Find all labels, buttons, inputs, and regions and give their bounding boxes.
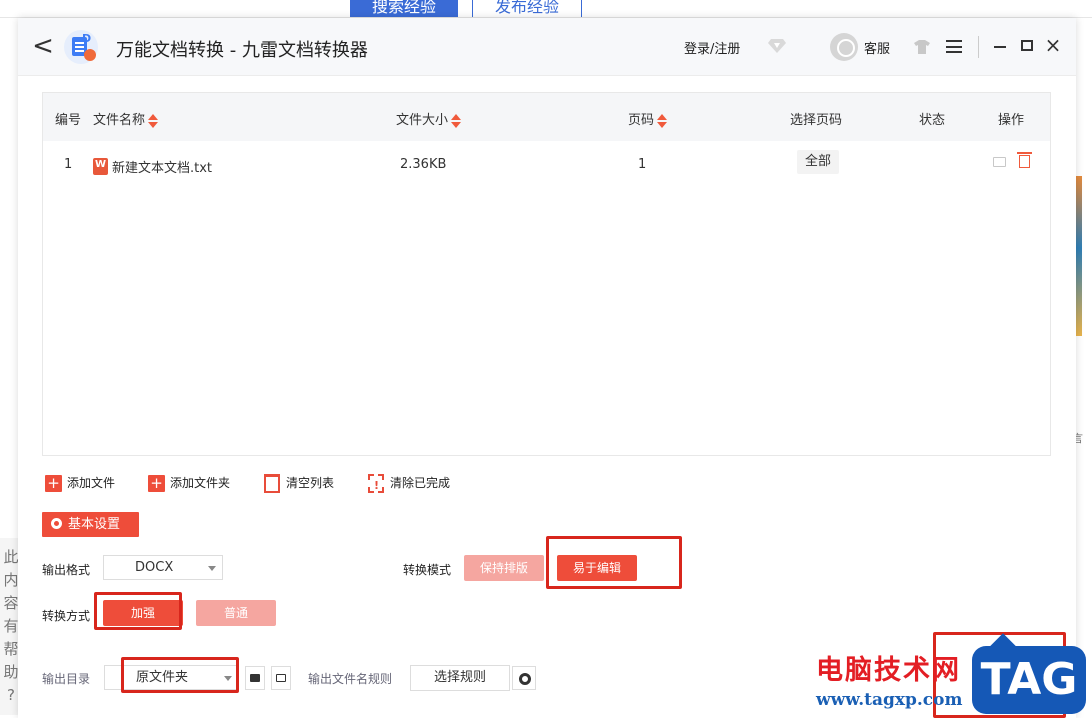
header-actions: 操作 xyxy=(998,113,1025,128)
open-folder-icon[interactable] xyxy=(993,157,1006,167)
tab-search-experience[interactable]: 搜索经验 xyxy=(350,0,459,18)
header-select-pages: 选择页码 xyxy=(790,113,843,128)
table-row[interactable]: 1 新建文本文档.txt 2.36KB 1 全部 xyxy=(43,141,1050,185)
skin-shirt-icon[interactable] xyxy=(914,40,930,54)
output-directory-label: 输出目录 xyxy=(42,672,91,686)
header-filesize-label: 文件大小 xyxy=(396,113,449,128)
table-header: 编号 文件名称 文件大小 页码 选择页码 状态 操作 xyxy=(43,93,1050,141)
filename-rule-label: 输出文件名规则 xyxy=(308,672,393,686)
clear-done-button[interactable]: 清除已完成 xyxy=(368,472,451,497)
folder-open-icon xyxy=(276,674,286,682)
conversion-method-label: 转换方式 xyxy=(42,609,91,623)
watermark-site-name: 电脑技术网 xyxy=(816,655,961,686)
plus-icon: + xyxy=(45,475,62,492)
clear-list-button[interactable]: 清空列表 xyxy=(264,472,334,494)
browse-folder-button[interactable] xyxy=(245,666,265,690)
app-logo-icon: D xyxy=(64,30,98,64)
page-range-select[interactable]: 全部 xyxy=(797,150,839,174)
conversion-mode-label: 转换模式 xyxy=(403,563,452,577)
minimize-icon[interactable] xyxy=(994,46,1006,48)
header-pages-sort[interactable]: 页码 xyxy=(628,109,668,128)
clear-list-label: 清空列表 xyxy=(286,476,335,490)
output-format-label: 输出格式 xyxy=(42,563,91,577)
watermark-url: www.tagxp.com xyxy=(816,690,963,710)
sort-icon xyxy=(657,113,668,128)
row-index: 1 xyxy=(64,157,73,172)
add-folder-label: 添加文件夹 xyxy=(170,476,231,490)
rule-settings-gear-icon[interactable] xyxy=(512,666,536,690)
header-filename-label: 文件名称 xyxy=(93,113,146,128)
sort-icon xyxy=(148,113,159,128)
menu-icon[interactable] xyxy=(946,40,962,53)
watermark-tag-logo: TAG xyxy=(972,646,1086,714)
gear-icon xyxy=(51,518,62,529)
basic-settings-label: 基本设置 xyxy=(68,517,121,532)
mode-keep-layout-button[interactable]: 保持排版 xyxy=(464,555,544,581)
mode-easy-edit-button[interactable]: 易于编辑 xyxy=(557,555,637,581)
tab-publish-experience[interactable]: 发布经验 xyxy=(472,0,583,18)
output-directory-select[interactable]: 原文件夹 xyxy=(104,665,239,690)
customer-service-icon[interactable] xyxy=(830,33,858,61)
trash-outline-icon xyxy=(264,474,280,493)
output-format-value: DOCX xyxy=(135,560,174,575)
vip-diamond-icon[interactable] xyxy=(768,38,786,54)
logo-letter: D xyxy=(82,32,92,45)
add-file-button[interactable]: + 添加文件 xyxy=(45,472,115,494)
row-filename-text: 新建文本文档.txt xyxy=(112,161,213,176)
maximize-icon[interactable] xyxy=(1021,40,1033,51)
login-register-link[interactable]: 登录/注册 xyxy=(684,38,740,57)
add-file-label: 添加文件 xyxy=(67,476,116,490)
back-button[interactable]: < xyxy=(32,32,54,62)
output-format-select[interactable]: DOCX xyxy=(103,555,223,580)
row-filesize: 2.36KB xyxy=(400,157,447,172)
header-filesize-sort[interactable]: 文件大小 xyxy=(396,109,462,128)
app-title: 万能文档转换 - 九雷文档转换器 xyxy=(116,40,368,61)
file-table: 编号 文件名称 文件大小 页码 选择页码 状态 操作 1 新建文本文档.txt … xyxy=(42,92,1051,456)
word-file-icon xyxy=(93,158,108,175)
converter-window: < D 万能文档转换 - 九雷文档转换器 登录/注册 客服 × 编号 文件名称 … xyxy=(18,18,1076,718)
folder-icon xyxy=(250,674,260,682)
clear-done-label: 清除已完成 xyxy=(390,476,451,490)
chevron-down-icon xyxy=(224,676,232,681)
row-pages: 1 xyxy=(638,157,647,172)
background-tabs: 搜索经验 发布经验 xyxy=(350,0,583,18)
delete-icon[interactable] xyxy=(1017,152,1032,168)
header-pages-label: 页码 xyxy=(628,113,655,128)
plus-icon: + xyxy=(148,475,165,492)
method-enhanced-button[interactable]: 加强 xyxy=(103,600,183,626)
title-bar: < D 万能文档转换 - 九雷文档转换器 登录/注册 客服 × xyxy=(18,18,1076,76)
header-filename-sort[interactable]: 文件名称 xyxy=(93,109,159,128)
row-filename: 新建文本文档.txt xyxy=(93,157,212,176)
chevron-down-icon xyxy=(208,566,216,571)
customer-service-label[interactable]: 客服 xyxy=(864,38,890,57)
open-output-folder-button[interactable] xyxy=(271,666,291,690)
method-normal-button[interactable]: 普通 xyxy=(196,600,276,626)
header-index: 编号 xyxy=(55,113,82,128)
sort-icon xyxy=(451,113,462,128)
output-directory-value: 原文件夹 xyxy=(136,670,189,685)
header-status: 状态 xyxy=(919,113,946,128)
add-folder-button[interactable]: + 添加文件夹 xyxy=(148,472,230,494)
basic-settings-button[interactable]: 基本设置 xyxy=(42,512,139,537)
choose-rule-button[interactable]: 选择规则 xyxy=(410,665,510,691)
close-icon[interactable]: × xyxy=(1044,34,1062,56)
titlebar-separator xyxy=(978,36,979,58)
clear-done-icon xyxy=(368,474,384,497)
